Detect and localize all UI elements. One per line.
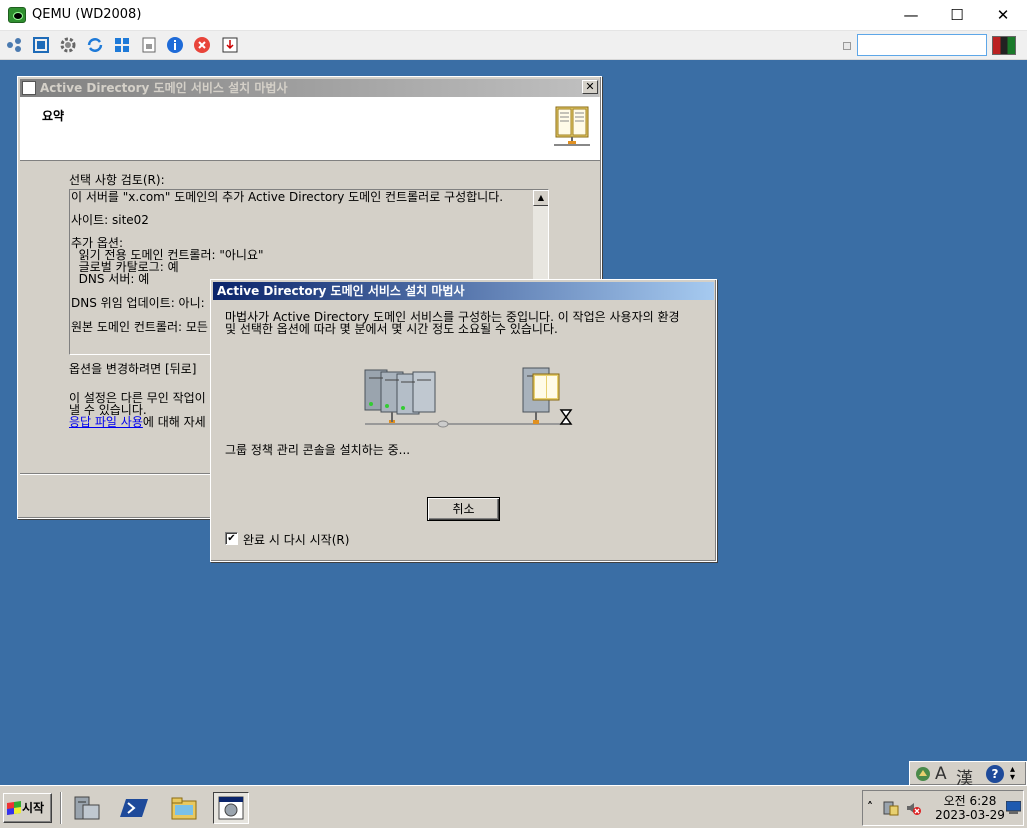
progress-dialog: Active Directory 도메인 서비스 설치 마법사 마법사가 Act… bbox=[210, 279, 717, 562]
settings-icon[interactable] bbox=[59, 36, 77, 54]
wizard-header: 요약 bbox=[20, 97, 600, 161]
taskbar: 시작 ˄ 오전 6:28 2023-03-29 bbox=[0, 785, 1027, 828]
langbar-options-icon[interactable]: ▴ ▾ bbox=[1010, 765, 1015, 783]
progress-message-line2: 및 선택한 옵션에 따라 몇 분에서 몇 시간 정도 소요될 수 있습니다. bbox=[225, 322, 558, 336]
start-label: 시작 bbox=[22, 801, 45, 815]
windows-flag-icon bbox=[7, 801, 21, 815]
wizard-close-button[interactable]: ✕ bbox=[582, 80, 598, 94]
system-tray: ˄ 오전 6:28 2023-03-29 bbox=[862, 790, 1024, 826]
taskbar-divider bbox=[60, 792, 62, 824]
answer-file-rest: 에 대해 자세 bbox=[142, 415, 206, 429]
network-icon[interactable] bbox=[5, 36, 23, 54]
wizard-app-icon bbox=[22, 81, 36, 95]
maximize-button[interactable]: ☐ bbox=[934, 0, 980, 31]
progress-dialog-title: Active Directory 도메인 서비스 설치 마법사 bbox=[217, 284, 465, 298]
restart-label[interactable]: 완료 시 다시 시작(R) bbox=[243, 533, 349, 547]
language-icon[interactable] bbox=[914, 765, 932, 783]
ad-wizard-titlebar: Active Directory 도메인 서비스 설치 마법사 bbox=[20, 79, 599, 97]
ime-mode-icon[interactable]: A bbox=[935, 764, 947, 784]
toolbar-indicator bbox=[843, 42, 851, 50]
start-button[interactable]: 시작 bbox=[3, 793, 52, 823]
host-titlebar: QEMU (WD2008) — ☐ ✕ bbox=[0, 0, 1027, 31]
cancel-button[interactable]: 취소 bbox=[427, 497, 500, 521]
review-label: 선택 사항 검토(R): bbox=[69, 173, 165, 187]
restart-checkbox[interactable]: ✔ bbox=[225, 532, 238, 545]
minimize-button[interactable]: — bbox=[888, 0, 934, 31]
host-title: QEMU (WD2008) bbox=[32, 7, 142, 22]
summary-line: 사이트: site02 bbox=[71, 213, 149, 227]
book-icon bbox=[554, 106, 590, 146]
summary-line: DNS 위임 업데이트: 아니: bbox=[71, 296, 205, 310]
change-options-text: 옵션을 변경하려면 [뒤로] bbox=[69, 362, 197, 376]
language-bar: A 漢 ? ▴ ▾ bbox=[909, 761, 1027, 789]
explorer-icon[interactable] bbox=[166, 792, 202, 824]
exit-icon[interactable] bbox=[221, 36, 239, 54]
clock-date[interactable]: 2023-03-29 bbox=[935, 808, 1005, 822]
help-icon[interactable]: ? bbox=[986, 765, 1004, 783]
guest-desktop: Active Directory 도메인 서비스 설치 마법사 ✕ 요약 선택 … bbox=[0, 60, 1027, 828]
scroll-up-button[interactable]: ▲ bbox=[533, 190, 548, 206]
host-toolbar bbox=[0, 31, 1027, 60]
progress-dialog-titlebar: Active Directory 도메인 서비스 설치 마법사 bbox=[213, 282, 714, 300]
info-icon[interactable] bbox=[166, 36, 184, 54]
windows-logo-icon[interactable] bbox=[113, 36, 131, 54]
answer-file-line: 응답 파일 사용에 대해 자세 bbox=[69, 415, 206, 429]
wizard-task-icon[interactable] bbox=[213, 792, 249, 824]
powershell-icon[interactable] bbox=[117, 792, 153, 824]
replication-animation-icon bbox=[364, 367, 573, 428]
refresh-icon[interactable] bbox=[86, 36, 104, 54]
search-input[interactable] bbox=[857, 34, 987, 56]
wizard-header-title: 요약 bbox=[42, 109, 65, 123]
summary-line: DNS 서버: 예 bbox=[71, 272, 150, 286]
stop-icon[interactable] bbox=[193, 36, 211, 54]
summary-line: 이 서버를 "x.com" 도메인의 추가 Active Directory 도… bbox=[71, 190, 504, 204]
clock-time[interactable]: 오전 6:28 bbox=[935, 792, 1005, 809]
server-manager-icon[interactable] bbox=[68, 792, 104, 824]
qemu-logo-icon bbox=[8, 7, 26, 23]
network-tray-icon[interactable] bbox=[883, 800, 899, 816]
answer-file-link[interactable]: 응답 파일 사용 bbox=[69, 415, 143, 429]
fullscreen-icon[interactable] bbox=[32, 36, 50, 54]
ad-wizard-title: Active Directory 도메인 서비스 설치 마법사 bbox=[40, 81, 288, 95]
volume-muted-icon[interactable] bbox=[905, 800, 921, 816]
summary-line: 원본 도메인 컨트롤러: 모든 bbox=[71, 320, 208, 334]
show-desktop-icon[interactable] bbox=[1005, 800, 1022, 814]
close-button[interactable]: ✕ bbox=[980, 0, 1026, 31]
progress-status: 그룹 정책 관리 콘솔을 설치하는 중... bbox=[225, 443, 411, 457]
show-hidden-icons-button[interactable]: ˄ bbox=[867, 800, 873, 814]
color-palette-button[interactable] bbox=[992, 36, 1016, 55]
document-icon[interactable] bbox=[140, 36, 158, 54]
